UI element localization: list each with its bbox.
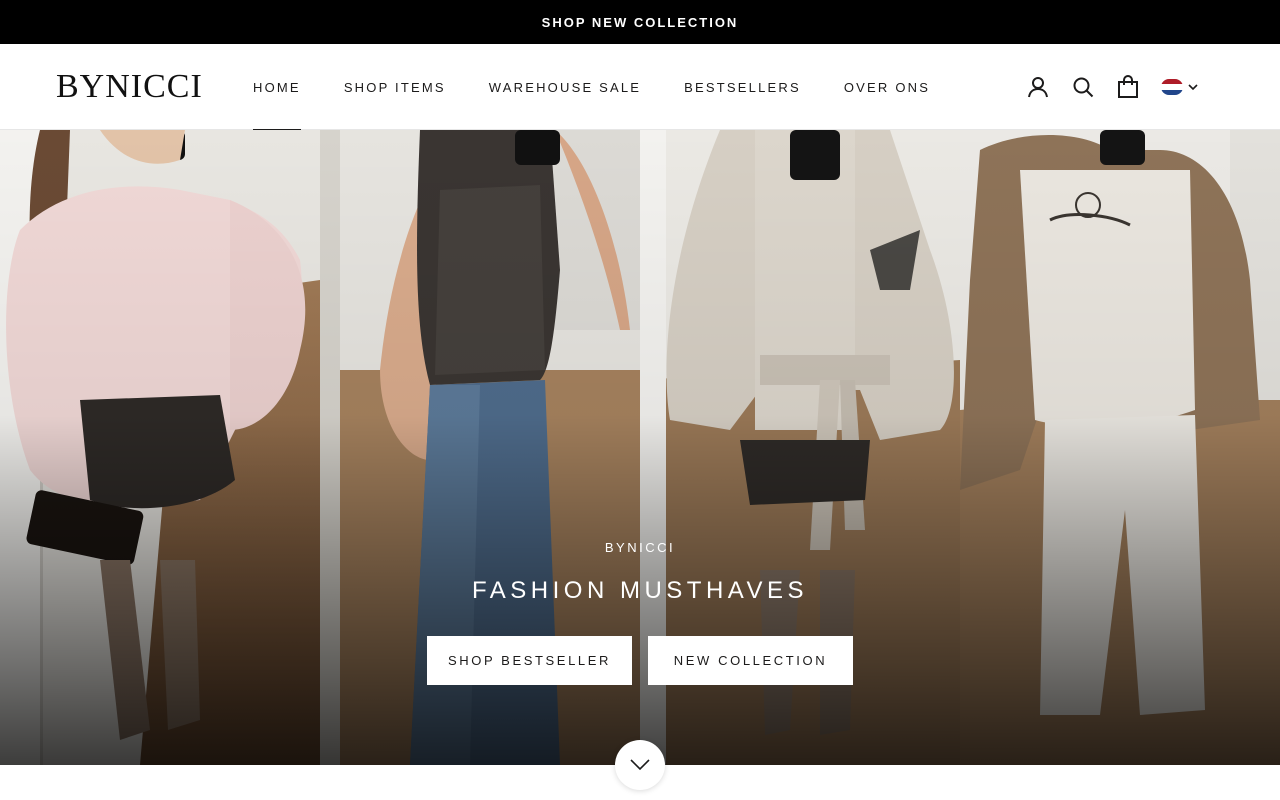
- language-selector[interactable]: [1161, 79, 1198, 95]
- hero-subtitle: BYNICCI: [604, 540, 676, 555]
- announcement-bar: SHOP NEW COLLECTION: [0, 0, 1280, 44]
- netherlands-flag-icon: [1161, 79, 1183, 95]
- hero-banner: BYNICCI FASHION MUSTHAVES SHOP BESTSELLE…: [0, 130, 1280, 765]
- cart-icon[interactable]: [1116, 75, 1140, 99]
- chevron-down-icon: [1188, 83, 1198, 90]
- chevron-down-icon: [630, 759, 650, 771]
- hero-content: BYNICCI FASHION MUSTHAVES SHOP BESTSELLE…: [0, 540, 1280, 685]
- site-header: BYNICCI HOME SHOP ITEMS WAREHOUSE SALE B…: [0, 44, 1280, 131]
- nav-item-home[interactable]: HOME: [253, 44, 301, 131]
- header-actions: [1005, 44, 1198, 130]
- nav-item-over-ons[interactable]: OVER ONS: [844, 44, 930, 130]
- announcement-link[interactable]: SHOP NEW COLLECTION: [542, 15, 739, 30]
- main-nav: HOME SHOP ITEMS WAREHOUSE SALE BESTSELLE…: [253, 44, 973, 131]
- scroll-down-button[interactable]: [615, 740, 665, 790]
- shop-bestseller-button[interactable]: SHOP BESTSELLER: [427, 636, 632, 685]
- site-logo[interactable]: BYNICCI: [56, 68, 203, 106]
- nav-item-bestsellers[interactable]: BESTSELLERS: [684, 44, 801, 130]
- hero-title: FASHION MUSTHAVES: [471, 577, 809, 604]
- new-collection-button[interactable]: NEW COLLECTION: [648, 636, 853, 685]
- nav-item-warehouse-sale[interactable]: WAREHOUSE SALE: [489, 44, 641, 130]
- hero-buttons: SHOP BESTSELLER NEW COLLECTION: [0, 636, 1280, 685]
- search-icon[interactable]: [1071, 75, 1095, 99]
- nav-item-shop-items[interactable]: SHOP ITEMS: [344, 44, 446, 130]
- account-icon[interactable]: [1026, 75, 1050, 99]
